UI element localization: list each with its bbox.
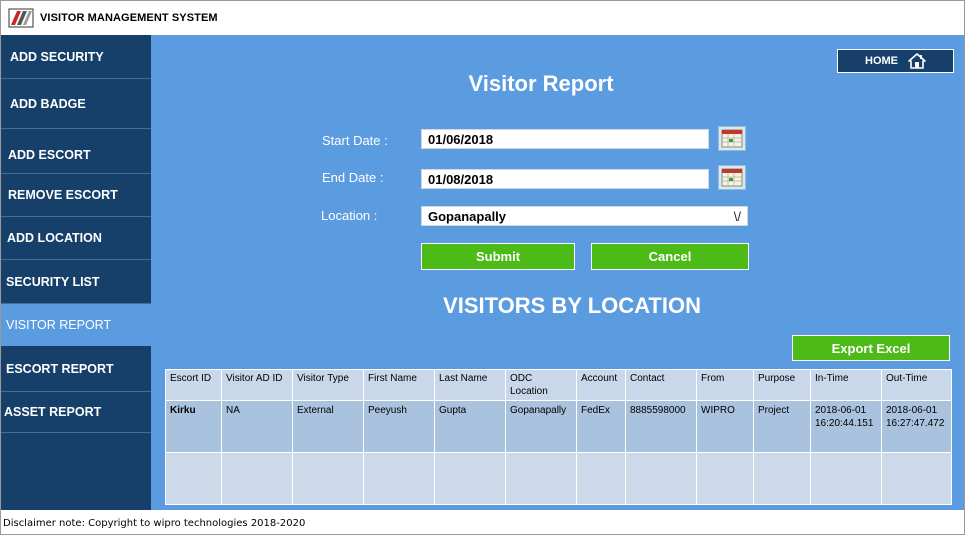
home-button-label: HOME [865,55,898,67]
table-row[interactable]: Kirku NA External Peeyush Gupta Gopanapa… [165,400,952,453]
cell-escort-id: Kirku [165,400,222,453]
visitor-report-table: Escort ID Visitor AD ID Visitor Type Fir… [165,369,952,505]
disclaimer-text: Disclaimer note: Copyright to wipro tech… [3,518,306,529]
sidebar-item-add-badge[interactable]: ADD BADGE [1,79,151,129]
cell-last-name: Gupta [434,400,506,453]
column-header-odc-location[interactable]: ODC Location [505,369,577,401]
end-date-label: End Date : [322,170,384,185]
column-header-visitor-type[interactable]: Visitor Type [292,369,364,401]
column-header-purpose[interactable]: Purpose [753,369,811,401]
cell-out-time: 2018-06-01 16:27:47.472 [881,400,952,453]
empty-cell [753,452,811,505]
sidebar-item-add-escort[interactable]: ADD ESCORT [1,129,151,174]
submit-button-label: Submit [475,249,521,264]
cell-contact: 8885598000 [625,400,697,453]
column-header-escort-id[interactable]: Escort ID [165,369,222,401]
sidebar-item-remove-escort[interactable]: REMOVE ESCORT [1,174,151,217]
sidebar-item-label: ADD LOCATION [7,231,102,245]
empty-cell [810,452,882,505]
start-date-field[interactable]: 01/06/2018 [421,129,709,149]
sidebar-item-label: ASSET REPORT [4,405,102,419]
column-header-last-name[interactable]: Last Name [434,369,506,401]
empty-cell [292,452,364,505]
column-header-first-name[interactable]: First Name [363,369,435,401]
end-date-field[interactable]: 01/08/2018 [421,169,709,189]
app-logo-icon [8,8,34,28]
sidebar-item-label: SECURITY LIST [6,274,100,289]
sidebar-item-label: VISITOR REPORT [6,317,112,332]
empty-cell [505,452,577,505]
sidebar-item-security-list[interactable]: SECURITY LIST [1,260,151,304]
location-value: Gopanapally [428,208,507,224]
end-date-value: 01/08/2018 [428,171,494,187]
start-date-label: Start Date : [322,133,388,148]
location-select[interactable]: Gopanapally \/ [421,206,748,226]
sidebar-item-escort-report[interactable]: ESCORT REPORT [1,346,151,392]
sidebar-item-add-security[interactable]: ADD SECURITY [1,35,151,79]
export-excel-label: Export Excel [831,340,911,356]
sidebar-nav: ADD SECURITY ADD BADGE ADD ESCORT REMOVE… [1,35,151,510]
calendar-icon [721,168,743,187]
column-header-visitor-ad-id[interactable]: Visitor AD ID [221,369,293,401]
cancel-button-label: Cancel [648,249,692,264]
cell-odc-location: Gopanapally [505,400,577,453]
column-header-contact[interactable]: Contact [625,369,697,401]
sidebar-item-add-location[interactable]: ADD LOCATION [1,217,151,260]
column-header-in-time[interactable]: In-Time [810,369,882,401]
home-icon [908,53,926,69]
empty-cell [696,452,754,505]
end-date-calendar-button[interactable] [718,165,746,190]
sidebar-item-label: ESCORT REPORT [6,361,114,376]
sidebar-item-label: REMOVE ESCORT [8,188,118,202]
chevron-down-icon: \/ [733,209,741,224]
empty-cell [881,452,952,505]
empty-cell [434,452,506,505]
submit-button[interactable]: Submit [421,243,575,270]
cell-visitor-type: External [292,400,364,453]
table-row-empty[interactable] [165,452,952,505]
empty-cell [625,452,697,505]
home-button[interactable]: HOME [837,49,954,73]
cell-first-name: Peeyush [363,400,435,453]
column-header-account[interactable]: Account [576,369,626,401]
sidebar-item-visitor-report[interactable]: VISITOR REPORT [1,304,151,346]
empty-cell [165,452,222,505]
empty-cell [363,452,435,505]
cell-purpose: Project [753,400,811,453]
sidebar-item-label: ADD SECURITY [10,49,104,64]
sidebar-item-label: ADD ESCORT [8,148,91,162]
start-date-value: 01/06/2018 [428,131,494,147]
cancel-button[interactable]: Cancel [591,243,749,270]
empty-cell [576,452,626,505]
cell-from: WIPRO [696,400,754,453]
cell-in-time: 2018-06-01 16:20:44.151 [810,400,882,453]
empty-cell [221,452,293,505]
location-label: Location : [321,208,378,223]
app-window: VISITOR MANAGEMENT SYSTEM ADD SECURITY A… [0,0,965,535]
app-title: VISITOR MANAGEMENT SYSTEM [40,12,218,24]
calendar-icon [721,129,743,148]
footer: Disclaimer note: Copyright to wipro tech… [1,510,964,534]
sidebar-item-label: ADD BADGE [10,96,86,111]
column-header-out-time[interactable]: Out-Time [881,369,952,401]
export-excel-button[interactable]: Export Excel [792,335,950,361]
start-date-calendar-button[interactable] [718,126,746,151]
column-header-from[interactable]: From [696,369,754,401]
report-section-title: VISITORS BY LOCATION [443,293,701,318]
cell-account: FedEx [576,400,626,453]
page-title: Visitor Report [468,71,614,96]
sidebar-item-asset-report[interactable]: ASSET REPORT [1,392,151,433]
cell-visitor-ad-id: NA [221,400,293,453]
main-content: HOME Visitor Report Start Date : 01/06/2… [151,35,964,510]
table-header-row: Escort ID Visitor AD ID Visitor Type Fir… [165,369,952,401]
title-bar: VISITOR MANAGEMENT SYSTEM [1,1,964,35]
